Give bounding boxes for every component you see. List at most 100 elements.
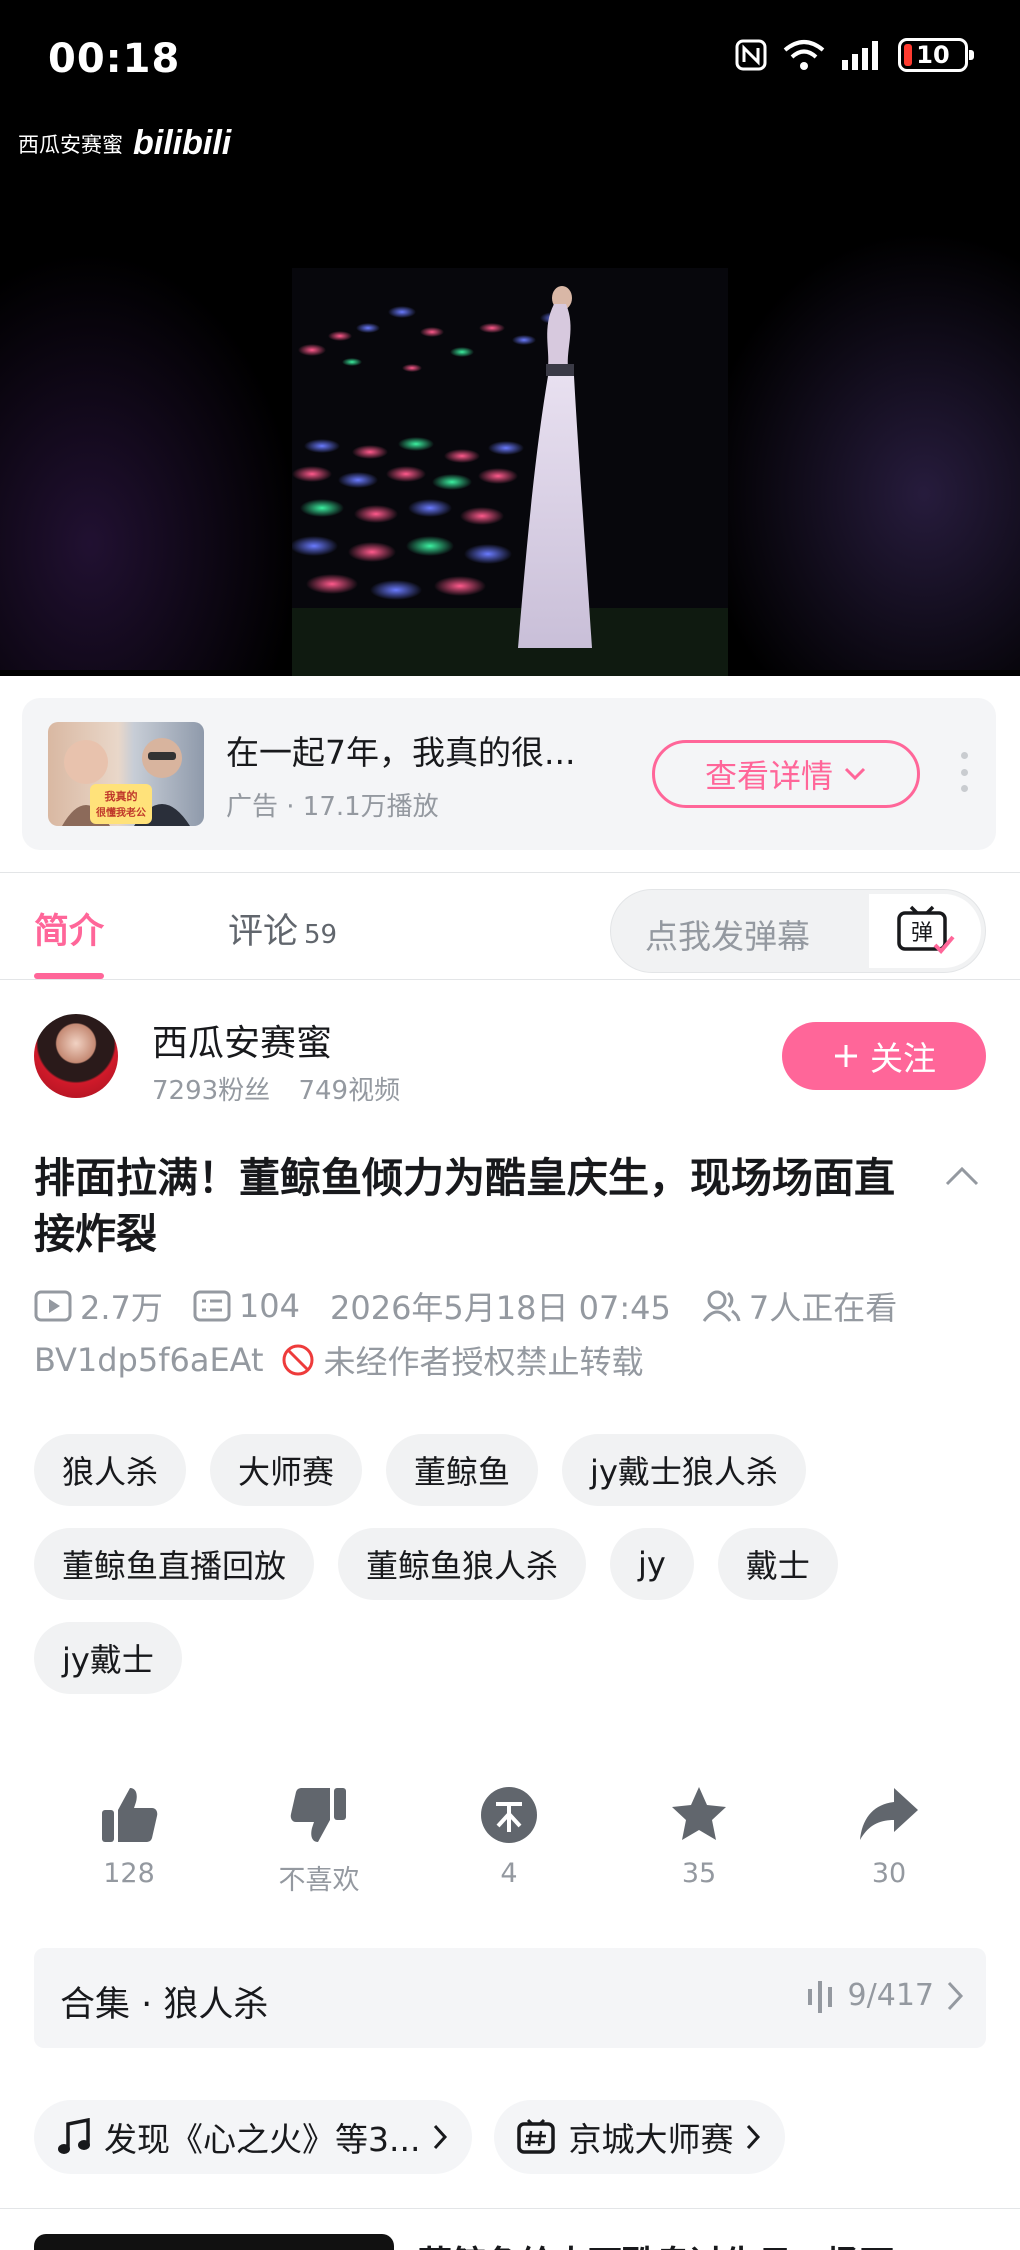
share-icon xyxy=(860,1788,918,1840)
video-watermark: 西瓜安赛蜜 bilibili xyxy=(18,124,231,163)
tab-bar: 简介 评论 59 点我发弹幕 弹 xyxy=(0,872,1020,980)
tag-chip[interactable]: 戴士 xyxy=(717,1528,838,1600)
video-frame xyxy=(292,268,728,676)
bilibili-logo: bilibili xyxy=(133,124,232,162)
ad-thumbnail-image: 我真的 很懂我老公 xyxy=(62,738,190,826)
view-details-button[interactable]: 查看详情 xyxy=(652,740,920,808)
follow-label: 关注 xyxy=(870,1039,936,1078)
thumbs-down-icon xyxy=(290,1788,346,1842)
ad-thumb-tag-line1: 我真的 xyxy=(105,789,138,803)
tab-comments-count: 59 xyxy=(304,920,338,950)
play-count-icon xyxy=(34,1290,72,1322)
favorite-button[interactable]: 35 xyxy=(604,1784,794,1889)
wifi-icon xyxy=(783,40,825,70)
status-icons: 10 xyxy=(734,38,974,72)
danmaku-icon-char: 弹 xyxy=(911,921,933,946)
signal-icon xyxy=(842,41,878,70)
next-video-thumbnail[interactable] xyxy=(34,2234,394,2250)
coin-count: 4 xyxy=(500,1858,518,1889)
ad-card[interactable]: 我真的 很懂我老公 在一起7年，我真的很... 广告 · 17.1万播放 查看详… xyxy=(22,698,996,850)
view-count: 2.7万 xyxy=(80,1289,163,1327)
tag-chip[interactable]: 董鲸鱼直播回放 xyxy=(34,1528,315,1600)
ad-thumbnail[interactable]: 我真的 很懂我老公 xyxy=(48,722,204,826)
ad-meta: 广告 · 17.1万播放 xyxy=(226,792,439,822)
music-chip-label: 发现《心之火》等3... xyxy=(104,2120,421,2159)
coin-icon xyxy=(481,1787,537,1843)
bvid[interactable]: BV1dp5f6aEAt xyxy=(34,1341,264,1379)
section-divider xyxy=(0,2208,1020,2209)
favorite-count: 35 xyxy=(681,1858,717,1889)
ad-title[interactable]: 在一起7年，我真的很... xyxy=(226,726,626,774)
tab-intro[interactable]: 简介 xyxy=(34,903,104,954)
view-details-label: 查看详情 xyxy=(704,757,833,795)
dislike-label: 不喜欢 xyxy=(278,1865,360,1896)
tag-chip[interactable]: 董鲸鱼狼人杀 xyxy=(338,1528,587,1600)
video-background-left xyxy=(0,250,300,670)
action-bar: 128 不喜欢 4 35 30 xyxy=(0,1784,1020,1904)
thumbs-up-icon xyxy=(102,1788,158,1842)
collection-title: 合集 · 狼人杀 xyxy=(60,1985,269,2025)
uploader-stats: 7293粉丝 749视频 xyxy=(152,1070,400,1107)
video-background-right xyxy=(700,230,1020,670)
plus-icon xyxy=(835,1045,857,1067)
watching-icon xyxy=(702,1290,741,1322)
danmaku-count: 104 xyxy=(238,1287,300,1325)
video-meta-row: 2.7万 104 2026年5月18日 07:45 7人正在看 xyxy=(34,1284,897,1328)
audio-bars-icon xyxy=(807,1980,832,2013)
video-id-row: BV1dp5f6aEAt 未经作者授权禁止转载 xyxy=(34,1338,644,1382)
tag-chip[interactable]: 狼人杀 xyxy=(34,1434,187,1506)
danmaku-input[interactable]: 点我发弹幕 弹 xyxy=(610,889,986,973)
share-button[interactable]: 30 xyxy=(794,1784,984,1889)
music-note-icon xyxy=(58,2118,90,2154)
tag-chip[interactable]: jy戴士狼人杀 xyxy=(562,1434,806,1506)
status-bar: 00:18 10 xyxy=(0,0,1020,120)
ad-thumb-tag-line2: 很懂我老公 xyxy=(95,806,146,819)
like-count: 128 xyxy=(103,1858,155,1889)
chevron-right-icon xyxy=(747,2124,761,2150)
dislike-button[interactable]: 不喜欢 xyxy=(224,1784,414,1897)
tag-chip[interactable]: jy xyxy=(610,1528,694,1600)
danmaku-toggle-button[interactable]: 弹 xyxy=(869,894,981,968)
star-icon xyxy=(672,1787,726,1840)
status-time: 00:18 xyxy=(48,36,181,82)
nfc-icon xyxy=(735,39,767,71)
music-chip[interactable]: 发现《心之火》等3... xyxy=(34,2100,473,2174)
battery-level: 10 xyxy=(916,41,950,69)
battery-indicator: 10 xyxy=(898,38,974,72)
danmaku-placeholder: 点我发弹幕 xyxy=(645,917,810,956)
topic-icon xyxy=(517,2118,556,2154)
chevron-up-icon[interactable] xyxy=(944,1164,980,1188)
uploader-row: 西瓜安赛蜜 7293粉丝 749视频 关注 xyxy=(0,1004,1020,1124)
uploader-name[interactable]: 西瓜安赛蜜 xyxy=(152,1014,332,1066)
topic-chip[interactable]: 京城大师赛 xyxy=(494,2100,786,2174)
collection-progress: 9/417 xyxy=(806,1978,964,2013)
ad-more-icon[interactable] xyxy=(958,752,970,792)
publish-date: 2026年5月18日 07:45 xyxy=(329,1289,671,1327)
tab-active-indicator xyxy=(34,973,104,979)
coin-button[interactable]: 4 xyxy=(414,1784,604,1889)
follow-button[interactable]: 关注 xyxy=(782,1022,986,1090)
tag-list: 狼人杀 大师赛 董鲸鱼 jy戴士狼人杀 董鲸鱼直播回放 董鲸鱼狼人杀 jy 戴士… xyxy=(34,1434,994,1694)
collection-bar[interactable]: 合集 · 狼人杀 9/417 xyxy=(34,1948,986,2048)
chevron-right-icon xyxy=(947,1981,964,2010)
tag-chip[interactable]: jy戴士 xyxy=(34,1622,182,1694)
chevron-right-icon xyxy=(434,2124,448,2150)
tag-chip[interactable]: 大师赛 xyxy=(210,1434,363,1506)
topic-chip-label: 京城大师赛 xyxy=(568,2120,734,2159)
danmaku-icon: 弹 xyxy=(897,905,955,954)
tab-comments-label: 评论 xyxy=(228,912,299,952)
like-button[interactable]: 128 xyxy=(34,1784,224,1889)
next-video-title[interactable]: 董鲸鱼给太面酷皇过生日，场面 xyxy=(418,2236,894,2250)
collection-progress-text: 9/417 xyxy=(847,1978,934,2013)
watermark-channel: 西瓜安赛蜜 xyxy=(18,132,123,157)
share-count: 30 xyxy=(871,1858,907,1889)
video-title: 排面拉满！董鲸鱼倾力为酷皇庆生，现场场面直接炸裂 xyxy=(34,1154,895,1258)
tag-chip[interactable]: 董鲸鱼 xyxy=(386,1434,539,1506)
video-player[interactable]: 00:18 10 西瓜安赛蜜 bilibili xyxy=(0,0,1020,676)
chevron-down-icon xyxy=(844,767,866,781)
tab-comments[interactable]: 评论 59 xyxy=(228,903,337,954)
copyright-notice: 未经作者授权禁止转载 xyxy=(323,1343,644,1381)
uploader-fans: 7293粉丝 xyxy=(152,1076,271,1106)
uploader-avatar[interactable] xyxy=(34,1014,118,1098)
danmaku-count-icon xyxy=(193,1290,231,1322)
